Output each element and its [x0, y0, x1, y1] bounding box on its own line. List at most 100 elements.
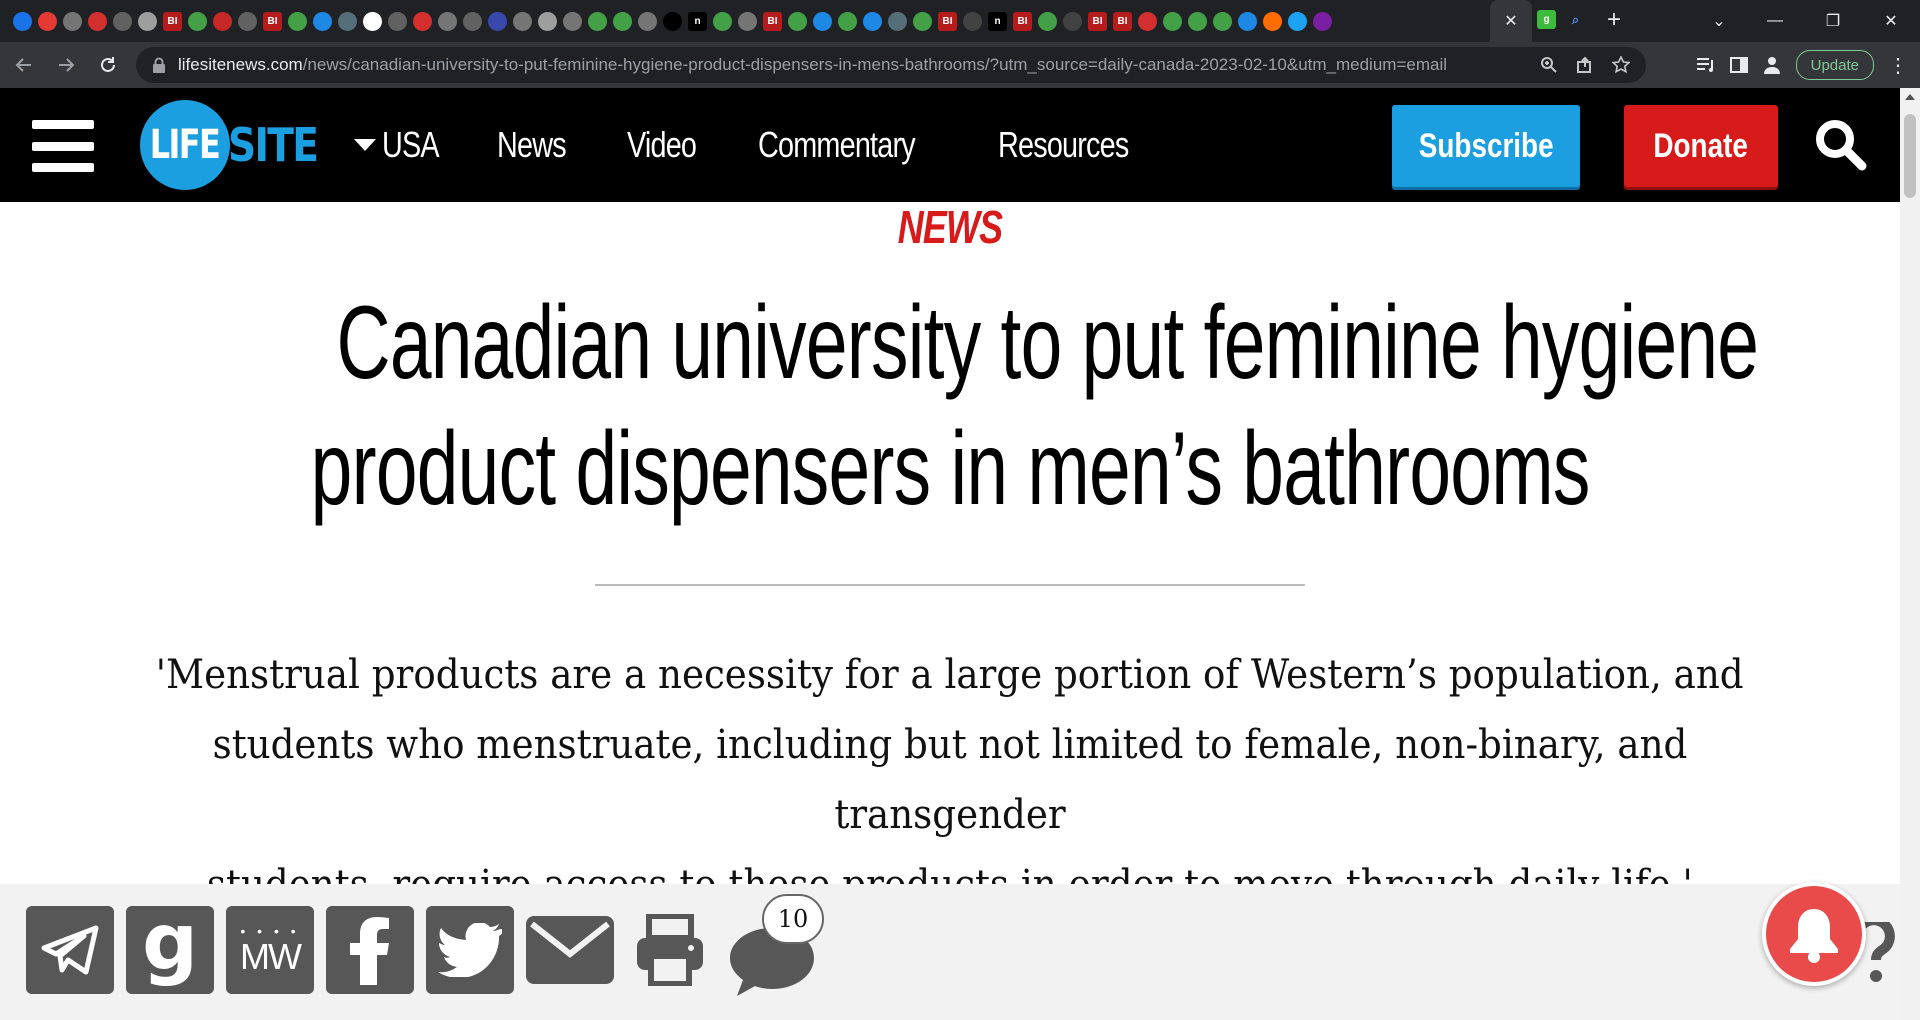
profile-icon[interactable] [1762, 55, 1782, 75]
side-panel-icon[interactable] [1729, 56, 1748, 74]
tab-favicon[interactable] [1288, 11, 1307, 31]
nav-item-video[interactable]: Video [627, 124, 697, 166]
tab-favicon[interactable] [463, 11, 482, 31]
comments-button[interactable]: 10 [726, 894, 836, 1004]
tab-favicon[interactable] [13, 11, 32, 31]
tab-favicon[interactable]: BI [163, 11, 182, 31]
tab-favicon[interactable] [1163, 11, 1182, 31]
tab-favicon[interactable] [1213, 11, 1232, 31]
nav-item-news[interactable]: News [497, 124, 567, 166]
tab-favicon[interactable] [1188, 11, 1207, 31]
tab-search-dropdown-icon[interactable]: ⌄ [1690, 0, 1748, 42]
new-tab-button[interactable]: + [1600, 6, 1628, 34]
forward-button[interactable] [48, 47, 84, 83]
address-bar[interactable]: lifesitenews.com/news/canadian-universit… [136, 47, 1646, 83]
scroll-up-arrow-icon[interactable] [1905, 94, 1915, 100]
tab-favicon-search-icon[interactable]: ⌕ [1566, 10, 1585, 29]
tab-favicon[interactable] [638, 11, 657, 31]
tab-favicon[interactable]: BI [1088, 11, 1107, 31]
tab-close-icon[interactable]: ✕ [1504, 11, 1517, 31]
article-category[interactable]: NEWS [0, 200, 1900, 254]
telegram-share-button[interactable] [26, 906, 114, 994]
close-window-button[interactable]: ✕ [1862, 0, 1920, 42]
tab-favicon[interactable] [413, 11, 432, 31]
zoom-icon[interactable] [1540, 56, 1558, 74]
tab-favicon[interactable] [563, 11, 582, 31]
tab-favicon[interactable] [188, 11, 207, 31]
tab-favicon[interactable] [1038, 11, 1057, 31]
tab-favicon[interactable] [363, 11, 382, 31]
logo-circle: LIFE [140, 100, 230, 190]
tab-favicon[interactable] [513, 11, 532, 31]
more-menu-icon[interactable]: ⋮ [1888, 53, 1908, 78]
minimize-button[interactable]: — [1746, 0, 1804, 42]
bookmark-star-icon[interactable] [1612, 56, 1630, 74]
caret-down-icon [354, 139, 376, 151]
mewe-share-button[interactable]: • • • • MW [226, 906, 314, 994]
tab-favicon[interactable] [588, 11, 607, 31]
tab-favicon[interactable] [238, 11, 257, 31]
print-button[interactable] [626, 906, 714, 994]
nav-item-commentary[interactable]: Commentary [758, 124, 916, 166]
tab-favicon[interactable] [788, 11, 807, 31]
facebook-share-button[interactable] [326, 906, 414, 994]
tab-favicon[interactable] [888, 11, 907, 31]
reload-button[interactable] [90, 47, 126, 83]
tab-favicon[interactable] [288, 11, 307, 31]
tab-favicon[interactable] [213, 11, 232, 31]
tab-favicon[interactable] [63, 11, 82, 31]
gab-share-button[interactable]: g [126, 904, 214, 994]
tab-favicon[interactable] [813, 11, 832, 31]
tab-favicon[interactable] [963, 11, 982, 31]
nav-usa-dropdown[interactable]: USA [354, 124, 453, 166]
email-share-button[interactable] [526, 906, 614, 994]
tab-favicon[interactable] [88, 11, 107, 31]
menu-hamburger-icon[interactable] [32, 120, 94, 172]
notification-bell-button[interactable] [1762, 882, 1902, 990]
tab-favicon[interactable] [663, 11, 682, 31]
restore-button[interactable]: ❐ [1804, 0, 1862, 42]
dek-line-1: 'Menstrual products are a necessity for … [156, 652, 1744, 698]
tab-favicon[interactable] [613, 11, 632, 31]
back-button[interactable] [6, 47, 42, 83]
tab-favicon[interactable] [1238, 11, 1257, 31]
tab-favicon[interactable] [738, 11, 757, 31]
scroll-thumb[interactable] [1904, 114, 1916, 198]
tab-favicon[interactable] [713, 11, 732, 31]
tab-favicon[interactable] [1263, 11, 1282, 31]
tab-favicon[interactable]: n [688, 11, 707, 31]
tab-favicon[interactable] [338, 11, 357, 31]
subscribe-button[interactable]: Subscribe [1392, 105, 1580, 187]
nav-item-resources[interactable]: Resources [998, 124, 1129, 166]
tab-favicon-g[interactable]: g [1537, 10, 1556, 29]
tab-favicon[interactable] [863, 11, 882, 31]
tab-favicon[interactable]: BI [263, 11, 282, 31]
tab-favicon[interactable]: BI [1113, 11, 1132, 31]
tab-favicon[interactable] [1138, 11, 1157, 31]
tab-favicon[interactable] [138, 11, 157, 31]
tab-favicon[interactable] [1313, 11, 1332, 31]
tab-favicon[interactable] [838, 11, 857, 31]
tab-favicon[interactable]: BI [938, 11, 957, 31]
page-scrollbar[interactable] [1900, 88, 1920, 1020]
twitter-share-button[interactable] [426, 906, 514, 994]
active-tab[interactable]: ✕ [1490, 0, 1532, 42]
tab-favicon[interactable]: n [988, 11, 1007, 31]
reading-list-icon[interactable] [1696, 56, 1716, 74]
update-button[interactable]: Update [1795, 50, 1874, 80]
tab-favicon[interactable]: BI [763, 11, 782, 31]
tab-favicon[interactable] [488, 11, 507, 31]
tab-favicon[interactable] [113, 11, 132, 31]
lifesite-logo[interactable]: LIFE SITE [140, 100, 333, 190]
search-icon[interactable] [1812, 116, 1868, 172]
share-icon[interactable] [1576, 56, 1594, 74]
tab-favicon[interactable] [1063, 11, 1082, 31]
tab-favicon[interactable] [538, 11, 557, 31]
tab-favicon[interactable] [388, 11, 407, 31]
tab-favicon[interactable] [913, 11, 932, 31]
tab-favicon[interactable] [38, 11, 57, 31]
tab-favicon[interactable] [313, 11, 332, 31]
donate-button[interactable]: Donate [1624, 105, 1778, 187]
tab-favicon[interactable]: BI [1013, 11, 1032, 31]
tab-favicon[interactable] [438, 11, 457, 31]
